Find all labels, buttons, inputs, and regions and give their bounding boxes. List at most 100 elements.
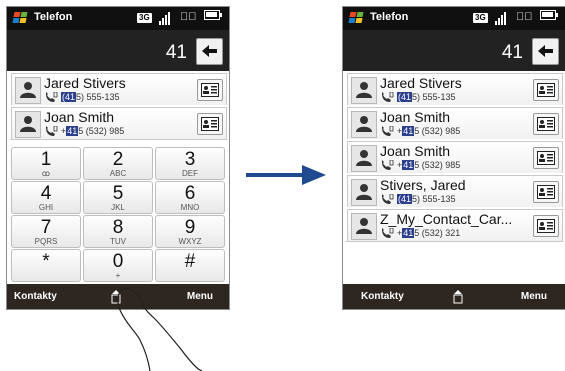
key-digit: 5 [112, 183, 124, 204]
key-digit: 0 [112, 251, 124, 272]
keypad-key[interactable]: 2 ABC [83, 147, 153, 180]
number-rest: 5 (532) 321 [414, 228, 461, 238]
contact-list-item[interactable]: Stivers, Jared (415) 555-135 [345, 173, 563, 208]
contacts-softkey[interactable]: Kontakty [14, 291, 57, 302]
contact-card-button[interactable] [533, 181, 559, 203]
key-digit: 6 [184, 183, 196, 204]
contact-item-frame: Stivers, Jared (415) 555-135 [347, 175, 563, 208]
number-rest: 5) 555-135 [76, 92, 120, 102]
key-letters: DEF [182, 169, 198, 178]
phone-icon [380, 125, 394, 137]
contact-avatar-icon [351, 213, 377, 240]
number-match-highlight: (41 [61, 92, 77, 102]
keypad-key[interactable]: # [155, 249, 225, 282]
number-rest: 5) 555-135 [412, 194, 456, 204]
number-match-highlight: 41 [402, 228, 415, 238]
contact-name: Joan Smith [44, 109, 115, 125]
contact-list-item[interactable]: Joan Smith +415 (532) 985 [345, 139, 563, 174]
key-digit: 4 [40, 183, 52, 204]
phone-icon [380, 193, 394, 205]
dial-number: 41 [501, 42, 523, 63]
phone-icon [380, 91, 394, 103]
keypad-key[interactable]: 8 TUV [83, 215, 153, 248]
backspace-button[interactable] [196, 38, 223, 65]
key-digit: 2 [112, 149, 124, 170]
contact-number: +415 (532) 985 [397, 126, 460, 136]
contact-card-button[interactable] [197, 79, 223, 101]
keypad-key[interactable]: 5 JKL [83, 181, 153, 214]
backspace-icon [538, 45, 553, 57]
contact-name: Stivers, Jared [380, 177, 466, 193]
key-letters: ꝏ [41, 169, 51, 178]
softkey-bar: Kontakty Menu [343, 284, 565, 309]
contact-list-item[interactable]: Joan Smith +415 (532) 985 [345, 105, 563, 140]
contacts-softkey[interactable]: Kontakty [361, 291, 404, 302]
speaker-icon[interactable]: ◀ﾞ [180, 11, 197, 23]
network-badge: 3G [137, 13, 152, 23]
status-title: Telefon [34, 11, 73, 23]
keypad-key[interactable]: 6 MNO [155, 181, 225, 214]
key-letters: ABC [109, 169, 127, 178]
contact-item-frame: Z_My_Contact_Car... +415 (532) 321 [347, 209, 563, 242]
number-rest: 5 (532) 985 [414, 160, 461, 170]
keypad-key[interactable]: 9 WXYZ [155, 215, 225, 248]
contact-card-icon [201, 117, 219, 131]
phone-screen-after: Telefon 3G ◀ﾞ 41 Jared Stivers (415) 555-… [342, 6, 565, 310]
contact-card-button[interactable] [197, 113, 223, 135]
contact-avatar-icon [351, 111, 377, 138]
number-match-highlight: 41 [402, 126, 415, 136]
contact-name: Jared Stivers [44, 75, 126, 91]
contact-number: +415 (532) 985 [61, 126, 124, 136]
number-rest: 5) 555-135 [412, 92, 456, 102]
key-digit: 3 [184, 149, 196, 170]
contact-item-frame: Joan Smith +415 (532) 985 [347, 107, 563, 140]
contact-avatar-icon [351, 145, 377, 172]
key-digit: 8 [112, 217, 124, 238]
contact-name: Jared Stivers [380, 75, 462, 91]
keyboard-toggle-icon[interactable] [453, 290, 463, 304]
key-letters: GHI [38, 203, 54, 212]
contact-number: (415) 555-135 [61, 92, 120, 102]
keypad-key[interactable]: 3 DEF [155, 147, 225, 180]
contact-list-item[interactable]: Z_My_Contact_Car... +415 (532) 321 [345, 207, 563, 242]
contact-card-button[interactable] [533, 113, 559, 135]
backspace-button[interactable] [532, 38, 559, 65]
contact-card-button[interactable] [533, 79, 559, 101]
number-match-highlight: 41 [66, 126, 79, 136]
contact-card-icon [537, 219, 555, 233]
number-rest: 5 (532) 985 [78, 126, 125, 136]
key-letters: WXYZ [178, 237, 202, 246]
key-letters: + [115, 271, 121, 280]
windows-logo-icon[interactable] [348, 12, 364, 24]
contact-number: +415 (532) 321 [397, 228, 460, 238]
contact-card-icon [537, 117, 555, 131]
contact-list-item[interactable]: Joan Smith +415 (532) 985 [9, 105, 227, 140]
keypad-key[interactable]: 0 + [83, 249, 153, 282]
keypad-key[interactable]: 1ꝏ [11, 147, 81, 180]
status-bar: Telefon 3G ◀ﾞ [7, 7, 229, 30]
contact-avatar-icon [351, 179, 377, 206]
windows-logo-icon[interactable] [12, 12, 28, 24]
contact-card-button[interactable] [533, 215, 559, 237]
contact-card-button[interactable] [533, 147, 559, 169]
battery-icon [540, 10, 558, 20]
contact-card-icon [537, 151, 555, 165]
number-match-highlight: 41 [402, 160, 415, 170]
phone-icon [380, 159, 394, 171]
contact-avatar-icon [351, 77, 377, 104]
contact-item-frame: Jared Stivers (415) 555-135 [11, 73, 227, 106]
contact-card-icon [537, 185, 555, 199]
phone-icon [44, 125, 58, 137]
contact-list-item[interactable]: Jared Stivers (415) 555-135 [345, 71, 563, 106]
contact-avatar-icon [15, 111, 41, 138]
keypad-key[interactable]: 4 GHI [11, 181, 81, 214]
menu-softkey[interactable]: Menu [521, 291, 547, 302]
key-digit: * [42, 251, 50, 272]
speaker-icon[interactable]: ◀ﾞ [516, 11, 533, 23]
keypad-key[interactable]: * [11, 249, 81, 282]
key-digit: 1 [40, 149, 52, 170]
status-bar: Telefon 3G ◀ﾞ [343, 7, 565, 30]
keypad-key[interactable]: 7 PQRS [11, 215, 81, 248]
contact-list-item[interactable]: Jared Stivers (415) 555-135 [9, 71, 227, 106]
contact-name: Joan Smith [380, 143, 451, 159]
